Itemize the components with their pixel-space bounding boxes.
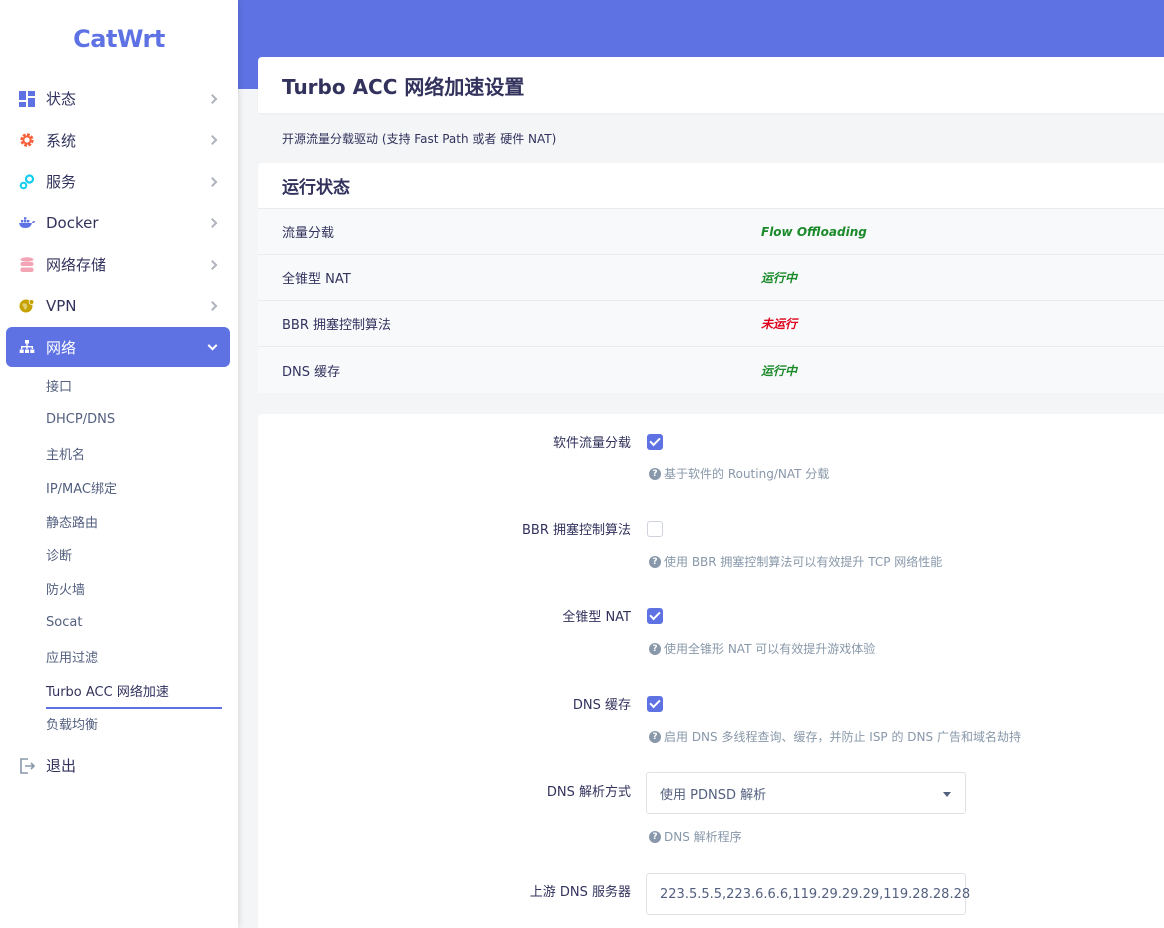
sw-offload-help: ? 基于软件的 Routing/NAT 分载 — [649, 465, 829, 482]
upstream-dns-label: 上游 DNS 服务器 — [529, 885, 631, 900]
sidebar-menu: 状态 系统 服务 Docker 网络存储 VPN 网络 — [0, 78, 238, 367]
vpn-icon — [18, 297, 36, 315]
submenu-item-interfaces[interactable]: 接口 — [0, 369, 238, 403]
status-section-title: 运行状态 — [258, 163, 1164, 209]
main-content: Turbo ACC 网络加速设置 开源流量分载驱动 (支持 Fast Path … — [258, 57, 1164, 928]
dns-mode-select[interactable]: 使用 PDNSD 解析 — [646, 772, 966, 814]
dns-cache-checkbox[interactable] — [647, 696, 663, 712]
sidebar-item-storage[interactable]: 网络存储 — [0, 244, 238, 286]
sidebar-item-services[interactable]: 服务 — [0, 161, 238, 203]
sidebar-item-label: 系统 — [46, 131, 77, 150]
submenu-item-socat[interactable]: Socat — [0, 606, 238, 640]
fullcone-checkbox[interactable] — [647, 608, 663, 624]
network-submenu: 接口 DHCP/DNS 主机名 IP/MAC绑定 静态路由 诊断 防火墙 Soc… — [0, 367, 238, 741]
sidebar-item-label: Docker — [46, 214, 99, 233]
sw-offload-checkbox[interactable] — [647, 434, 663, 450]
status-row: DNS 缓存 运行中 — [258, 347, 1164, 393]
dashboard-icon — [18, 90, 36, 108]
status-value: 未运行 — [761, 317, 798, 331]
status-value: Flow Offloading — [761, 224, 867, 239]
chevron-right-icon — [207, 135, 218, 146]
submenu-item-hostnames[interactable]: 主机名 — [0, 437, 238, 471]
sidebar-item-label: 服务 — [46, 173, 77, 192]
dns-mode-value: 使用 PDNSD 解析 — [660, 787, 767, 803]
sidebar-item-vpn[interactable]: VPN — [0, 286, 238, 328]
status-section: 运行状态 流量分载 Flow Offloading 全锥型 NAT 运行中 BB… — [258, 163, 1164, 393]
sidebar-item-docker[interactable]: Docker — [0, 203, 238, 245]
status-row: 流量分载 Flow Offloading — [258, 209, 1164, 255]
chevron-right-icon — [207, 301, 218, 312]
chevron-right-icon — [207, 218, 218, 229]
sidebar-item-status[interactable]: 状态 — [0, 78, 238, 120]
dns-mode-help: ? DNS 解析程序 — [649, 828, 742, 845]
dns-mode-label: DNS 解析方式 — [546, 785, 631, 800]
settings-form: 软件流量分载 ? 基于软件的 Routing/NAT 分载 BBR 拥塞控制算法 … — [258, 414, 1164, 928]
chevron-right-icon — [207, 176, 218, 187]
help-text: 使用全锥形 NAT 可以有效提升游戏体验 — [664, 642, 876, 656]
app-logo[interactable]: CatWrt — [0, 0, 238, 78]
bbr-help: ? 使用 BBR 拥塞控制算法可以有效提升 TCP 网络性能 — [649, 553, 942, 570]
upstream-dns-input[interactable]: 223.5.5.5,223.6.6.6,119.29.29.29,119.28.… — [646, 873, 970, 915]
bbr-label: BBR 拥塞控制算法 — [521, 523, 631, 538]
sidebar-item-label: 退出 — [46, 757, 77, 776]
submenu-item-app-filter[interactable]: 应用过滤 — [0, 639, 238, 673]
sidebar-item-network[interactable]: 网络 — [6, 327, 230, 367]
chevron-down-icon — [207, 340, 218, 351]
network-icon — [18, 338, 36, 356]
dns-cache-help: ? 启用 DNS 多线程查询、缓存，并防止 ISP 的 DNS 广告和域名劫持 — [649, 728, 1021, 745]
submenu-item-load-balancing[interactable]: 负载均衡 — [0, 707, 238, 741]
help-text: 使用 BBR 拥塞控制算法可以有效提升 TCP 网络性能 — [664, 555, 943, 569]
chevron-right-icon — [207, 93, 218, 104]
sidebar-item-label: VPN — [46, 297, 77, 316]
submenu-item-ip-mac-binding[interactable]: IP/MAC绑定 — [0, 470, 238, 504]
help-text: 基于软件的 Routing/NAT 分载 — [664, 467, 830, 481]
sidebar-item-label: 网络存储 — [46, 256, 107, 275]
storage-icon — [18, 256, 36, 274]
help-icon: ? — [649, 555, 661, 568]
sidebar-item-label: 状态 — [46, 90, 77, 109]
help-icon: ? — [649, 830, 661, 843]
caret-down-icon — [943, 792, 951, 797]
status-key: 全锥型 NAT — [282, 272, 351, 287]
status-key: DNS 缓存 — [282, 364, 341, 380]
fullcone-label: 全锥型 NAT — [562, 610, 631, 625]
logout-icon — [18, 757, 36, 775]
gear-icon — [18, 131, 36, 149]
fullcone-help: ? 使用全锥形 NAT 可以有效提升游戏体验 — [649, 640, 875, 657]
services-icon — [18, 173, 36, 191]
docker-icon — [18, 214, 36, 232]
status-key: BBR 拥塞控制算法 — [282, 318, 392, 333]
submenu-item-turbo-acc[interactable]: Turbo ACC 网络加速 — [0, 673, 238, 709]
help-text: 启用 DNS 多线程查询、缓存，并防止 ISP 的 DNS 广告和域名劫持 — [664, 730, 1021, 744]
sidebar: CatWrt 状态 系统 服务 Docker 网络存储 VPN 网络 接口 DH… — [0, 0, 238, 928]
submenu-item-label: Turbo ACC 网络加速 — [46, 681, 222, 709]
status-row: BBR 拥塞控制算法 未运行 — [258, 301, 1164, 347]
bbr-checkbox[interactable] — [647, 521, 663, 537]
help-icon: ? — [649, 730, 661, 743]
upstream-dns-value: 223.5.5.5,223.6.6.6,119.29.29.29,119.28.… — [660, 886, 971, 902]
help-text: DNS 解析程序 — [664, 830, 742, 844]
dns-cache-label: DNS 缓存 — [572, 698, 631, 713]
sidebar-item-system[interactable]: 系统 — [0, 120, 238, 162]
help-icon: ? — [649, 642, 661, 655]
submenu-item-firewall[interactable]: 防火墙 — [0, 572, 238, 606]
sidebar-item-label: 网络 — [46, 338, 77, 357]
chevron-right-icon — [207, 259, 218, 270]
page-description: 开源流量分载驱动 (支持 Fast Path 或者 硬件 NAT) — [282, 131, 557, 146]
sw-offload-label: 软件流量分载 — [552, 436, 631, 451]
status-value: 运行中 — [761, 363, 798, 378]
status-row: 全锥型 NAT 运行中 — [258, 255, 1164, 301]
status-key: 流量分载 — [282, 226, 335, 241]
submenu-item-dhcp-dns[interactable]: DHCP/DNS — [0, 403, 238, 437]
submenu-item-static-routes[interactable]: 静态路由 — [0, 504, 238, 538]
help-icon: ? — [649, 467, 661, 480]
submenu-item-diagnostics[interactable]: 诊断 — [0, 538, 238, 572]
page-title: Turbo ACC 网络加速设置 — [258, 57, 1164, 113]
status-value: 运行中 — [761, 271, 798, 285]
sidebar-item-logout[interactable]: 退出 — [0, 745, 238, 787]
